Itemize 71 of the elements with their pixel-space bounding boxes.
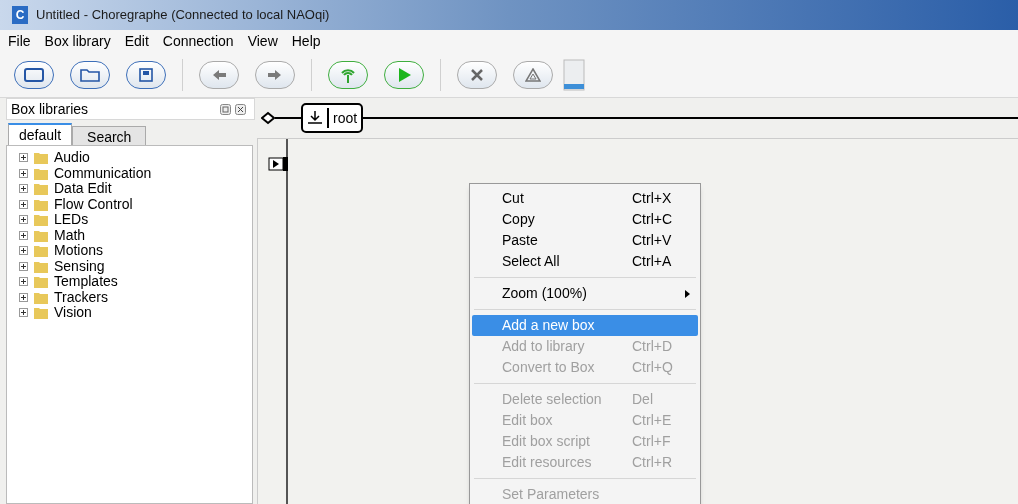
window-title: Untitled - Choregraphe (Connected to local NAOqi) [36, 6, 330, 25]
folder-icon [80, 67, 100, 82]
shortcut-label: Ctrl+E [632, 411, 672, 430]
menu-item[interactable]: View [247, 30, 278, 52]
close-icon [471, 68, 483, 81]
tree-item[interactable]: Audio [19, 150, 90, 166]
menu-item[interactable]: Cut Ctrl+X [472, 188, 698, 209]
tree-item[interactable]: Vision [19, 305, 92, 321]
folder-icon [34, 151, 48, 165]
folder-icon [34, 259, 48, 273]
save-icon [139, 67, 153, 82]
connect-button[interactable] [328, 60, 368, 89]
shortcut-label: Ctrl+V [632, 231, 672, 250]
folder-icon [34, 197, 48, 211]
shortcut-label: Ctrl+F [632, 432, 671, 451]
shortcut-label: Ctrl+D [632, 337, 673, 356]
menu-item[interactable]: Paste Ctrl+V [472, 230, 698, 251]
folder-icon [34, 213, 48, 227]
redo-button[interactable] [255, 60, 295, 89]
tab[interactable]: Search [72, 126, 147, 145]
tab[interactable]: default [8, 123, 73, 145]
tree-item[interactable]: LEDs [19, 212, 89, 228]
tree-item[interactable]: Templates [19, 274, 118, 290]
folder-icon [34, 228, 48, 242]
menu-item[interactable]: Connection [162, 30, 234, 52]
input-port-icon [268, 157, 288, 171]
breadcrumb-label: root [332, 108, 359, 128]
menu-item[interactable]: Copy Ctrl+C [472, 209, 698, 230]
tree-item[interactable]: Data Edit [19, 181, 112, 197]
breadcrumb-box[interactable]: root [301, 103, 364, 133]
menu-item[interactable]: Edit [124, 30, 149, 52]
play-button[interactable] [384, 60, 424, 89]
stop-button[interactable] [457, 60, 497, 89]
menu-item[interactable]: Zoom (100%) [472, 283, 698, 304]
folder-icon [34, 306, 48, 320]
open-button[interactable] [70, 60, 110, 89]
folder-icon [34, 290, 48, 304]
tree-item[interactable]: Communication [19, 165, 152, 181]
tree-item[interactable]: Flow Control [19, 196, 133, 212]
folder-icon [34, 182, 48, 196]
submenu-arrow-icon [685, 289, 690, 298]
app-icon: C [12, 6, 28, 24]
menu-item[interactable]: File [8, 30, 31, 52]
tree-item[interactable]: Trackers [19, 289, 108, 305]
play-icon [396, 66, 412, 83]
triangle-icon [525, 67, 541, 82]
undo-icon [211, 68, 227, 81]
shortcut-label: Del [632, 390, 653, 409]
close-icon[interactable] [235, 103, 246, 115]
menu-item[interactable]: Box library [44, 30, 111, 52]
shortcut-label: Ctrl+R [632, 453, 673, 472]
volume-bar-icon [563, 58, 585, 91]
shortcut-label: Ctrl+Q [632, 358, 673, 377]
new-window-button[interactable] [14, 60, 54, 89]
folder-icon [34, 275, 48, 289]
window-icon [24, 67, 44, 82]
panel-title: Box libraries [11, 99, 89, 119]
tree-item[interactable]: Math [19, 227, 86, 243]
menu-item[interactable]: Select All Ctrl+A [472, 251, 698, 272]
folder-icon [34, 244, 48, 258]
shortcut-label: Ctrl+X [632, 189, 672, 208]
folder-icon [34, 166, 48, 180]
tree-item[interactable]: Motions [19, 243, 104, 259]
menu-item[interactable]: Help [291, 30, 321, 52]
undo-button[interactable] [199, 60, 239, 89]
warning-button[interactable] [513, 60, 553, 89]
shortcut-label: Ctrl+A [632, 252, 672, 271]
save-button[interactable] [126, 60, 166, 89]
shortcut-label: Ctrl+C [632, 210, 673, 229]
redo-icon [267, 68, 283, 81]
tree-item[interactable]: Sensing [19, 258, 105, 274]
